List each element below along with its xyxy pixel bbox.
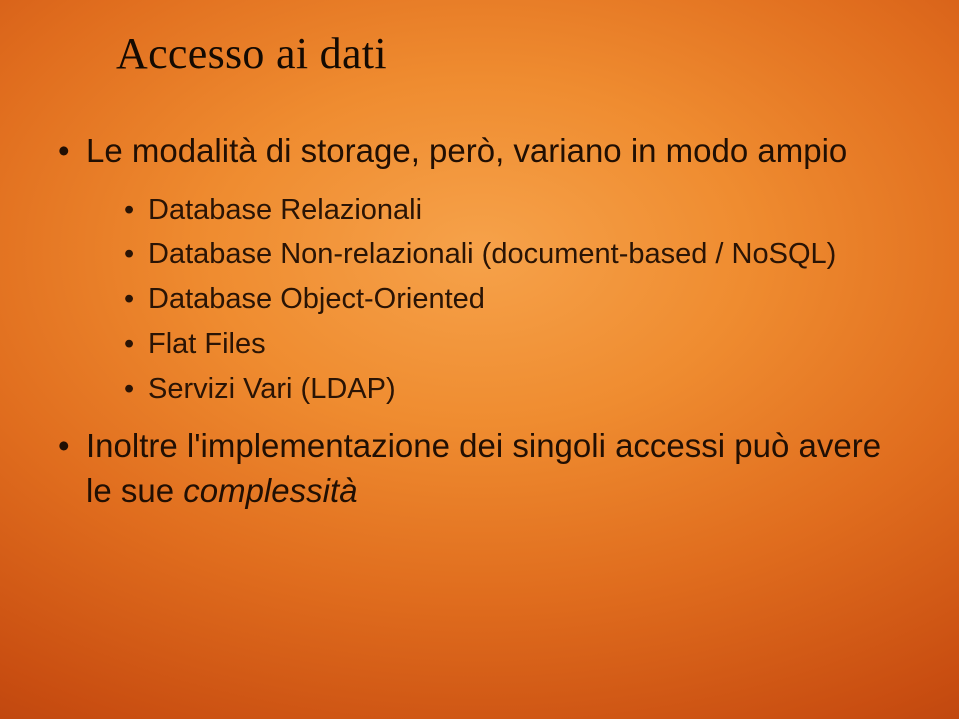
bullet-list: Le modalità di storage, però, variano in…	[58, 129, 901, 513]
sub-bullet-list: Database Relazionali Database Non-relazi…	[86, 188, 901, 413]
sub-bullet-item: Servizi Vari (LDAP)	[108, 367, 901, 412]
bullet-text: Le modalità di storage, però, variano in…	[86, 132, 847, 169]
slide-title: Accesso ai dati	[116, 28, 901, 79]
sub-bullet-item: Database Object-Oriented	[108, 277, 901, 322]
bullet-text-emphasis: complessità	[183, 472, 357, 509]
sub-bullet-item: Flat Files	[108, 322, 901, 367]
bullet-item: Inoltre l'implementazione dei singoli ac…	[58, 424, 901, 513]
bullet-item: Le modalità di storage, però, variano in…	[58, 129, 901, 412]
sub-bullet-item: Database Relazionali	[108, 188, 901, 233]
sub-bullet-item: Database Non-relazionali (document-based…	[108, 232, 901, 277]
